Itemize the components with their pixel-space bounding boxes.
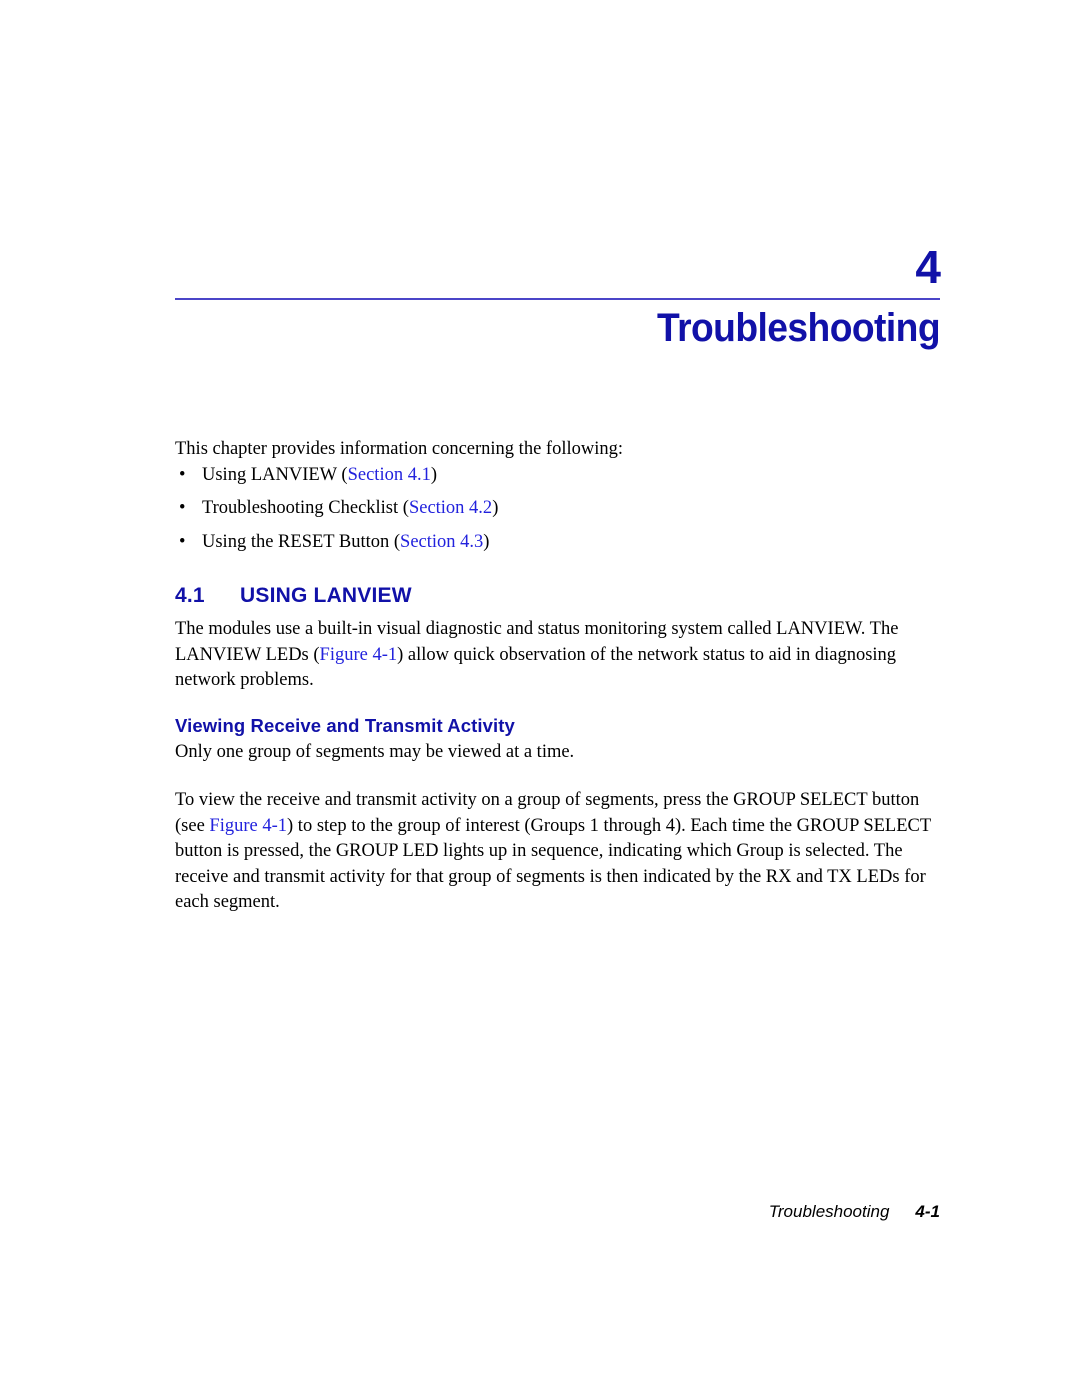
list-item-text: Using the RESET Button ( [202, 531, 401, 552]
bullet-icon: • [179, 531, 186, 552]
paragraph-text-after: ) to step to the group of interest (Grou… [175, 815, 931, 913]
section-paragraph-2: Only one group of segments may be viewed… [175, 741, 575, 762]
chapter-number: 4 [915, 241, 941, 293]
figure-link-4-1[interactable]: Figure 4-1 [209, 816, 287, 836]
chapter-divider-rule [175, 298, 940, 300]
list-item-text-after: ) [483, 531, 490, 552]
document-page: 4 Troubleshooting This chapter provides … [0, 0, 1080, 1397]
section-link-4-3[interactable]: Section 4.3 [400, 532, 483, 552]
section-heading-4-1: 4.1 USING LANVIEW [175, 584, 940, 608]
page-footer: Troubleshooting 4-1 [175, 1202, 940, 1222]
section-number: 4.1 [175, 584, 205, 607]
section-link-4-1[interactable]: Section 4.1 [348, 465, 431, 485]
list-item-text-after: ) [492, 498, 499, 518]
list-item: • Using the RESET Button (Section 4.3) [175, 530, 940, 556]
chapter-contents-list: • Using LANVIEW (Section 4.1) • Troublesho… [175, 463, 940, 556]
list-item: • Using LANVIEW (Section 4.1) [175, 463, 940, 489]
footer-page-number: 4-1 [915, 1202, 940, 1221]
page-content: This chapter provides information concer… [175, 437, 940, 916]
subsection-heading-viewing-activity: Viewing Receive and Transmit Activity [175, 714, 515, 736]
bullet-icon: • [179, 498, 186, 518]
section-paragraph-3: To view the receive and transmit activit… [175, 788, 940, 916]
list-item-text: Troubleshooting Checklist ( [202, 498, 409, 518]
list-item-text: Using LANVIEW ( [202, 464, 348, 485]
section-link-4-2[interactable]: Section 4.2 [409, 498, 492, 518]
list-item: • Troubleshooting Checklist (Section 4.2) [175, 496, 940, 522]
intro-lead-text: This chapter provides information concer… [175, 439, 623, 459]
figure-link-4-1[interactable]: Figure 4-1 [320, 645, 398, 665]
bullet-icon: • [179, 464, 186, 485]
section-title: USING LANVIEW [240, 584, 412, 607]
list-item-text-after: ) [430, 464, 438, 485]
section-paragraph-1: The modules use a built-in visual diagno… [175, 617, 940, 694]
footer-chapter-title: Troubleshooting [768, 1202, 890, 1221]
chapter-header: 4 Troubleshooting [175, 241, 941, 350]
chapter-title: Troubleshooting [656, 306, 941, 350]
